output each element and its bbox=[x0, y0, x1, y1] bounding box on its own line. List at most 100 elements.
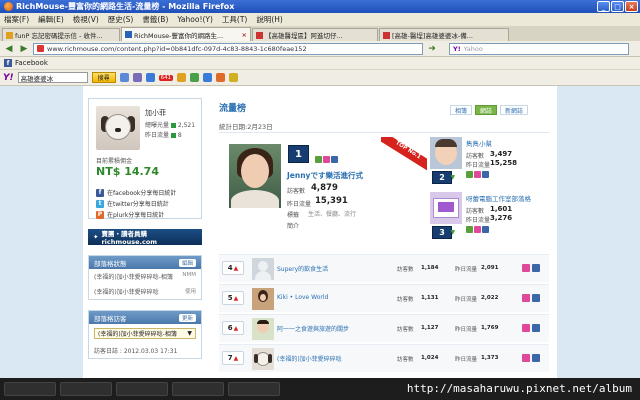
taskbar-item[interactable] bbox=[228, 382, 280, 396]
facebook-icon[interactable] bbox=[331, 156, 338, 163]
window-controls: _ □ × bbox=[597, 1, 638, 12]
facebook-icon[interactable] bbox=[482, 171, 489, 178]
profile-name[interactable]: 加小菲 bbox=[145, 108, 166, 118]
table-row[interactable]: 4 ▲ Supery的飲食生活 訪客數 1,184 昨日流量 2,091 bbox=[219, 254, 549, 282]
rank-up-icon: ▲ bbox=[233, 324, 239, 332]
heart-icon[interactable] bbox=[522, 294, 530, 302]
share-twitter[interactable]: t 在twitter分享每日統計 bbox=[96, 199, 169, 208]
promo-banner[interactable]: ✦ 賣團・讀者員購richmouse.com bbox=[88, 229, 202, 246]
yahoo-logo-icon[interactable]: Y! bbox=[3, 73, 14, 83]
blog-name[interactable]: (幸福的)加小菲愛碎碎唸 bbox=[277, 354, 342, 363]
taskbar-item[interactable] bbox=[4, 382, 56, 396]
close-tab-icon[interactable]: × bbox=[242, 31, 247, 39]
stat-value: 2,521 bbox=[177, 122, 196, 129]
close-button[interactable]: × bbox=[625, 1, 638, 12]
menu-file[interactable]: 檔案(F) bbox=[4, 14, 29, 25]
facebook-icon[interactable] bbox=[532, 354, 540, 362]
ribbon-text: TOP No.1 bbox=[381, 137, 427, 171]
heart-icon[interactable] bbox=[474, 226, 481, 233]
heart-icon[interactable] bbox=[474, 171, 481, 178]
search-input[interactable]: Y! Yahoo bbox=[449, 42, 629, 55]
menu-history[interactable]: 歷史(S) bbox=[108, 14, 134, 25]
tab-site[interactable]: 網誌 bbox=[475, 105, 498, 115]
menu-edit[interactable]: 編輯(E) bbox=[38, 14, 64, 25]
toolbar-tool-icon[interactable] bbox=[177, 73, 187, 82]
yahoo-search-button[interactable]: 搜尋 bbox=[91, 72, 116, 83]
tab-blog-1[interactable]: 【高雄醫埕區】阿進切仔... bbox=[252, 28, 378, 41]
facebook-icon[interactable] bbox=[532, 324, 540, 332]
blog-select[interactable]: (幸福的)加小菲愛碎碎唸-相簿 ▼ bbox=[94, 328, 196, 339]
facebook-icon[interactable] bbox=[532, 294, 540, 302]
facebook-icon[interactable] bbox=[482, 226, 489, 233]
list-item[interactable]: (幸福的)加小菲愛碎碎唸-相簿 NMM bbox=[89, 269, 201, 284]
toolbar-tool-icon[interactable] bbox=[216, 73, 226, 82]
share-facebook[interactable]: f 在facebook分享每日統計 bbox=[96, 188, 176, 197]
rank-badge: 7 ▲ bbox=[222, 351, 244, 365]
tab-funp[interactable]: funP 忘記密碼提示信 - 收件... bbox=[2, 28, 120, 41]
toolbar-tool-icon[interactable] bbox=[229, 73, 239, 82]
top2-blog-name[interactable]: 雋雋小幫 bbox=[466, 138, 492, 148]
toolbar-tool-icon[interactable] bbox=[203, 73, 213, 82]
menu-tools[interactable]: 工具(T) bbox=[222, 14, 247, 25]
toolbar-tool-icon[interactable] bbox=[132, 73, 142, 82]
refresh-button[interactable]: 更新 bbox=[178, 313, 196, 322]
toolbar-tool-icon[interactable] bbox=[190, 73, 200, 82]
action-icons bbox=[522, 264, 540, 272]
yahoo-search-field[interactable]: 高雄婆婆冰 bbox=[17, 72, 88, 83]
blog-name[interactable]: Supery的飲食生活 bbox=[277, 264, 328, 273]
heart-icon[interactable] bbox=[323, 156, 330, 163]
table-row[interactable]: 5 ▲ Kiki • Love World 訪客數 1,131 昨日流量 2,0… bbox=[219, 284, 549, 312]
tab-new[interactable]: 新網誌 bbox=[500, 105, 529, 115]
blog-name[interactable]: 阿一一之食遊與旅遊的闊步 bbox=[277, 324, 349, 333]
toolbar-tool-icon[interactable] bbox=[119, 73, 129, 82]
taskbar-item[interactable] bbox=[116, 382, 168, 396]
top2-photo[interactable] bbox=[430, 137, 462, 169]
blog-thumbnail[interactable] bbox=[252, 288, 274, 310]
list-item[interactable]: (幸福的)加小菲愛碎碎唸 使用 bbox=[89, 284, 201, 299]
person-icon[interactable] bbox=[466, 226, 473, 233]
blog-thumbnail[interactable] bbox=[252, 318, 274, 340]
avatar[interactable] bbox=[96, 106, 140, 150]
thumb-head bbox=[258, 261, 268, 271]
menu-help[interactable]: 說明(H) bbox=[256, 14, 283, 25]
share-plurk[interactable]: P 在plurk分享每日統計 bbox=[96, 210, 164, 219]
table-row[interactable]: 7 ▲ (幸福的)加小菲愛碎碎唸 訪客數 1,024 昨日流量 1,373 bbox=[219, 344, 549, 372]
blog-name[interactable]: Kiki • Love World bbox=[277, 294, 328, 301]
tab-blog-2[interactable]: [高雄-醫埕]高雄婆婆冰-備... bbox=[379, 28, 509, 41]
person-icon[interactable] bbox=[315, 156, 322, 163]
go-icon[interactable]: ➜ bbox=[426, 43, 438, 55]
table-row[interactable]: 6 ▲ 阿一一之食遊與旅遊的闊步 訪客數 1,127 昨日流量 1,769 bbox=[219, 314, 549, 342]
top3-blog-name[interactable]: 呀蕾電腦工作室部落格 bbox=[466, 193, 531, 203]
tab-album[interactable]: 相簿 bbox=[450, 105, 473, 115]
day-label: 昨日流量 bbox=[455, 267, 478, 273]
url-bar[interactable]: www.richmouse.com/content.php?id=0b841df… bbox=[33, 42, 423, 55]
facebook-icon[interactable] bbox=[532, 264, 540, 272]
funp-icon bbox=[6, 31, 13, 39]
back-arrow-icon[interactable]: ◀ bbox=[3, 43, 15, 55]
heart-icon[interactable] bbox=[522, 264, 530, 272]
menu-bookmarks[interactable]: 書籤(B) bbox=[142, 14, 168, 25]
bookmark-facebook[interactable]: Facebook bbox=[15, 59, 48, 67]
taskbar-item[interactable] bbox=[60, 382, 112, 396]
menu-view[interactable]: 檢視(V) bbox=[73, 14, 99, 25]
blog-thumbnail[interactable] bbox=[252, 348, 274, 370]
mail-icon[interactable] bbox=[145, 73, 155, 82]
taskbar-item[interactable] bbox=[172, 382, 224, 396]
maximize-button[interactable]: □ bbox=[611, 1, 624, 12]
visitor-log: 訪客日誌 : 2012.03.03 17:31 bbox=[94, 348, 178, 355]
heart-icon[interactable] bbox=[522, 324, 530, 332]
minimize-button[interactable]: _ bbox=[597, 1, 610, 12]
top1-photo[interactable] bbox=[229, 144, 281, 208]
divider bbox=[219, 132, 549, 133]
forward-arrow-icon[interactable]: ▶ bbox=[18, 43, 30, 55]
top1-blog-name[interactable]: Jennyです樂活進行式 bbox=[287, 170, 363, 181]
blog-thumbnail[interactable] bbox=[252, 258, 274, 280]
day-value: 15,258 bbox=[490, 159, 518, 167]
edit-button[interactable]: 編輯 bbox=[178, 258, 196, 267]
top3-photo[interactable] bbox=[430, 192, 462, 224]
heart-icon[interactable] bbox=[522, 354, 530, 362]
profile-stat-exposure: 總曝光量 2,521 bbox=[145, 120, 195, 129]
tab-richmouse[interactable]: RichMouse-豐富你的網路生... × bbox=[121, 27, 251, 41]
person-icon[interactable] bbox=[466, 171, 473, 178]
menu-yahoo[interactable]: Yahoo!(Y) bbox=[177, 15, 213, 24]
